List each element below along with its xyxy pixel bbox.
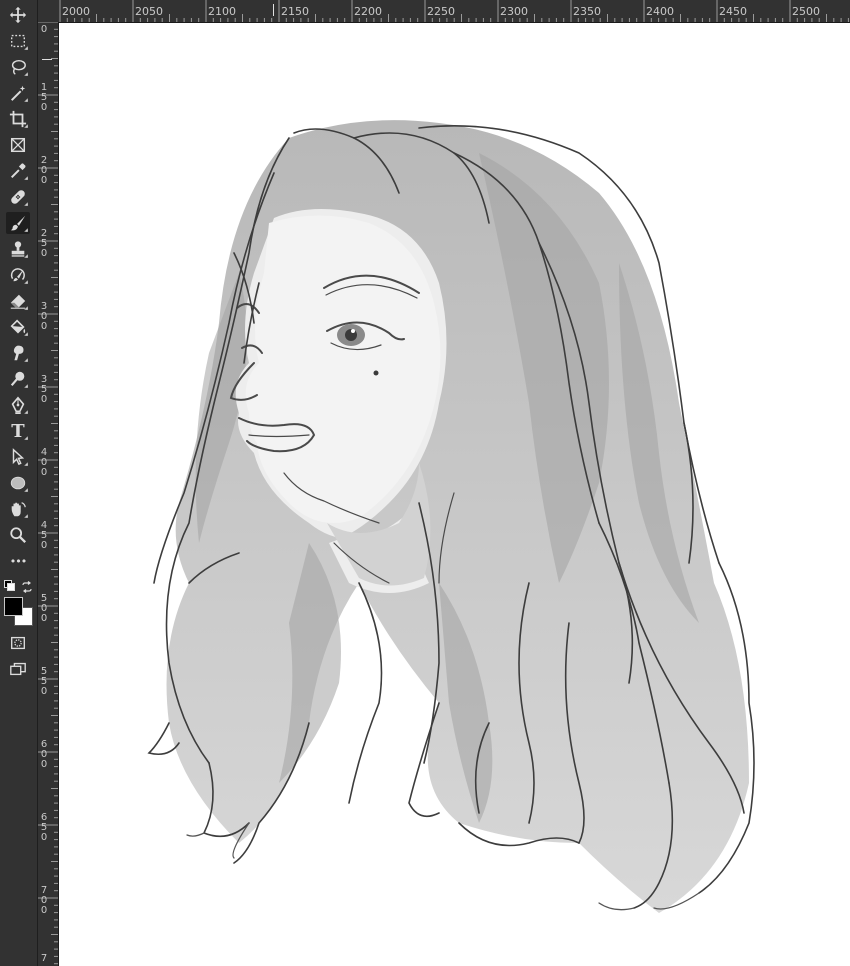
move-tool[interactable] [6, 4, 30, 26]
default-colors-icon[interactable] [4, 580, 15, 591]
ruler-label-2450: 2450 [719, 5, 747, 18]
ruler-label-2300: 2300 [500, 5, 528, 18]
vruler-label-150: 150 [40, 82, 48, 113]
ruler-label-2500: 2500 [792, 5, 820, 18]
ruler-label-2050: 2050 [135, 5, 163, 18]
type-icon: T [11, 420, 25, 442]
eyedropper-tool[interactable] [6, 160, 30, 182]
screen-mode[interactable] [6, 658, 30, 680]
ruler-label-2350: 2350 [573, 5, 601, 18]
swap-colors-icon[interactable] [21, 578, 33, 593]
ruler-label-2000: 2000 [62, 5, 90, 18]
screen-mode-icon [10, 662, 26, 676]
vruler-label-450: 450 [40, 520, 48, 551]
path-selection-tool[interactable] [6, 446, 30, 468]
healing-brush-tool[interactable] [6, 186, 30, 208]
crop-tool[interactable] [6, 108, 30, 130]
vruler-label-7: 7 [40, 953, 48, 964]
ruler-label-2250: 2250 [427, 5, 455, 18]
vertical-ruler[interactable]: 0 150 200 250 300 350 400 450 500 550 60… [38, 22, 59, 966]
ruler-label-2100: 2100 [208, 5, 236, 18]
edit-toolbar[interactable]: ••• [6, 550, 30, 572]
tools-panel: T ••• [0, 0, 38, 966]
vruler-label-0: 0 [40, 24, 48, 35]
history-brush-tool[interactable] [6, 264, 30, 286]
eraser-tool[interactable] [6, 290, 30, 312]
foreground-color-swatch[interactable] [4, 597, 23, 616]
frame-tool[interactable] [6, 134, 30, 156]
dodge-tool[interactable] [6, 368, 30, 390]
vruler-label-400: 400 [40, 447, 48, 478]
move-icon [9, 6, 27, 24]
ruler-label-2200: 2200 [354, 5, 382, 18]
vruler-label-200: 200 [40, 155, 48, 186]
ruler-label-2400: 2400 [646, 5, 674, 18]
ellipse-tool[interactable] [6, 472, 30, 494]
vruler-label-500: 500 [40, 593, 48, 624]
vruler-label-250: 250 [40, 228, 48, 259]
vruler-label-700: 700 [40, 885, 48, 916]
pen-tool[interactable] [6, 394, 30, 416]
cursor-position-marker [273, 4, 274, 16]
rectangular-marquee-tool[interactable] [6, 30, 30, 52]
rotate-view-tool[interactable] [6, 498, 30, 520]
cursor-position-marker-v [42, 59, 52, 60]
magic-wand-tool[interactable] [6, 82, 30, 104]
portrait-sketch [147, 120, 755, 914]
brush-tool[interactable] [6, 212, 30, 234]
frame-icon [10, 137, 26, 153]
color-swatches [4, 597, 34, 627]
clone-stamp-tool[interactable] [6, 238, 30, 260]
quick-mask-mode[interactable] [6, 632, 30, 654]
horizontal-ruler[interactable]: 2000 2050 2100 2150 2200 2250 2300 2350 … [58, 0, 850, 23]
vruler-label-600: 600 [40, 739, 48, 770]
document-canvas[interactable] [59, 23, 850, 966]
vruler-label-300: 300 [40, 301, 48, 332]
lasso-tool[interactable] [6, 56, 30, 78]
zoom-tool[interactable] [6, 524, 30, 546]
vruler-label-550: 550 [40, 666, 48, 697]
smudge-tool[interactable] [6, 342, 30, 364]
type-tool[interactable]: T [6, 420, 30, 442]
paint-bucket-tool[interactable] [6, 316, 30, 338]
quick-mask-icon [11, 636, 25, 650]
more-icon: ••• [9, 554, 27, 568]
ruler-origin[interactable] [38, 0, 59, 23]
vruler-label-350: 350 [40, 374, 48, 405]
zoom-icon [10, 527, 27, 544]
ruler-label-2150: 2150 [281, 5, 309, 18]
vruler-label-650: 650 [40, 812, 48, 843]
